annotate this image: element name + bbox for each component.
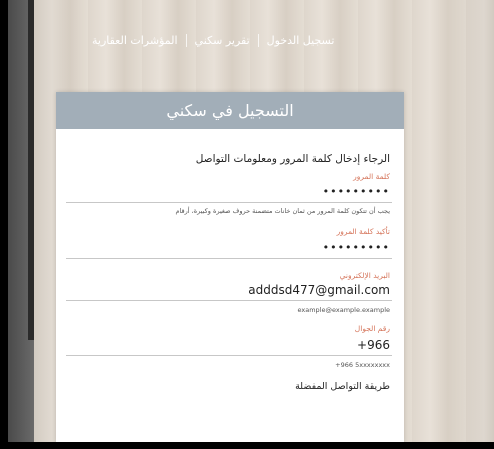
phone-hint: +966 5xxxxxxxx <box>335 361 390 369</box>
top-navigation: المؤشرات العقارية تقرير سكني تسجيل الدخو… <box>84 30 414 50</box>
form-intro-text: الرجاء إدخال كلمة المرور ومعلومات التواص… <box>195 153 390 165</box>
phone-label: رقم الجوال <box>354 324 390 333</box>
phone-underline <box>66 355 392 356</box>
confirm-password-underline <box>66 258 392 259</box>
window-left-edge <box>0 0 8 449</box>
nav-separator <box>185 33 187 47</box>
confirm-password-field[interactable]: ••••••••• <box>68 241 390 254</box>
registration-form: الرجاء إدخال كلمة المرور ومعلومات التواص… <box>56 153 404 392</box>
contact-method-label: طريقة التواصل المفضلة <box>295 381 390 392</box>
password-field[interactable]: ••••••••• <box>68 185 390 198</box>
email-field[interactable]: adddsd477@gmail.com <box>68 283 390 297</box>
confirm-password-label: تأكيد كلمة المرور <box>336 227 390 236</box>
nav-login[interactable]: تسجيل الدخول <box>259 34 343 47</box>
email-hint: example@example.example <box>297 306 391 314</box>
card-title: التسجيل في سكني <box>56 92 404 129</box>
password-hint: يجب أن تتكون كلمة المرور من ثمان خانات م… <box>175 207 390 215</box>
nav-sakani-report[interactable]: تقرير سكني <box>187 34 258 47</box>
phone-field[interactable]: +966 <box>68 338 390 352</box>
page-background: المؤشرات العقارية تقرير سكني تسجيل الدخو… <box>34 0 494 442</box>
registration-card: التسجيل في سكني الرجاء إدخال كلمة المرور… <box>56 92 404 442</box>
email-label: البريد الإلكتروني <box>339 271 390 280</box>
nav-separator <box>257 33 259 47</box>
nav-real-estate-indicators[interactable]: المؤشرات العقارية <box>84 34 186 47</box>
password-underline <box>66 202 392 203</box>
password-label: كلمة المرور <box>353 172 390 181</box>
window-bottom-edge <box>0 442 494 449</box>
email-underline <box>66 300 392 301</box>
